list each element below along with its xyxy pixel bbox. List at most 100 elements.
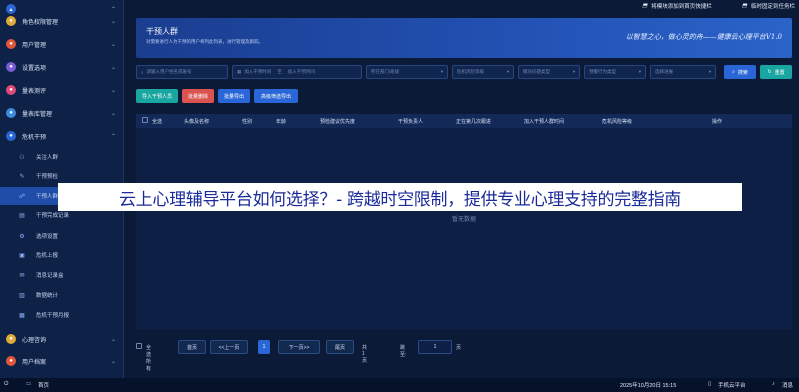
select-all-pages-checkbox[interactable] (136, 343, 142, 349)
add-shortcut-button[interactable]: ⬒ 将模块添加到首页快捷栏 (642, 0, 712, 12)
search-button[interactable]: ⌕ 搜索 (724, 65, 756, 79)
chevron-up-icon: ⌃ (110, 133, 116, 140)
chevron-down-icon: ⌄ (110, 336, 116, 343)
page-title: 干预人群 (146, 27, 178, 36)
sidebar-item-settings[interactable]: ● 设置选项 ⌄ (0, 58, 123, 76)
column-header: 加入干预人群时间 (524, 119, 565, 125)
last-page-button[interactable]: 尾页 (326, 340, 354, 354)
chevron-down-icon: ▾ (638, 69, 641, 74)
source-select[interactable]: 模块问题类型 ▾ (518, 65, 580, 79)
intervene-icon: ☍ (18, 193, 26, 200)
calendar-icon: ▦ (237, 69, 242, 74)
scale-icon: ● (6, 85, 16, 95)
sidebar-item-archive[interactable]: ● 用户档案 ⌄ (0, 352, 123, 370)
sidebar-item-library[interactable]: ● 量表库管理 ⌄ (0, 104, 123, 122)
monthly-icon: ▦ (19, 312, 25, 319)
sidebar-subitem-options[interactable]: ⚙ 选项设置 (0, 227, 123, 245)
column-header: 干预负责人 (398, 119, 424, 125)
chevron-down-icon: ▾ (440, 69, 443, 74)
check-icon: ✎ (19, 173, 25, 180)
sidebar-subitem-stats[interactable]: ▥ 数据统计 (0, 286, 123, 304)
power-icon[interactable]: ⏻ (4, 381, 8, 388)
sidebar-item-label: 设置选项 (22, 65, 47, 72)
chevron-down-icon: ⌄ (110, 87, 116, 94)
empty-state: 暂无数据 (451, 217, 476, 223)
banner-slogan: 以智慧之心，做心灵的舟——健康云心理平台V1.0 (625, 33, 782, 41)
import-button[interactable]: 导入干预人员 (136, 89, 178, 103)
risk-select[interactable]: 危机风险等级 ▾ (452, 65, 514, 79)
crisis-icon: ● (6, 131, 16, 141)
batch-export-button[interactable]: 批量导出 (218, 89, 250, 103)
pin-taskbar-button[interactable]: ⬒ 临时固定到任务栏 (742, 0, 795, 12)
select-all-label: 全选所有 (146, 345, 152, 372)
total-pages: 共1页 (362, 345, 368, 364)
date-range-picker[interactable]: ▦ 加入干预时间 至 加入干预时间 (232, 65, 362, 79)
chevron-down-icon: ⌄ (110, 64, 116, 71)
column-header: 预检建议优先度 (320, 119, 356, 125)
column-header: 头像及名称 (184, 119, 210, 125)
report-icon: ▣ (19, 252, 25, 259)
current-page-button[interactable]: 1 (258, 340, 270, 354)
taskbar-home[interactable]: 首页 (38, 381, 49, 389)
data-table: 全选 头像及名称 性别 年龄 预检建议优先度 干预负责人 正在第几次跟进 加入干… (136, 114, 792, 329)
sidebar-subitem-monthly[interactable]: ▦ 危机干预月报 (0, 306, 123, 324)
next-page-button[interactable]: 下一页>> (278, 340, 320, 354)
sidebar-item-consult[interactable]: ● 心理咨询 ⌄ (0, 330, 123, 348)
first-page-button[interactable]: 首页 (178, 340, 206, 354)
advanced-export-button[interactable]: 高级筛选导出 (254, 89, 298, 103)
reset-button[interactable]: ↻ 重置 (760, 65, 792, 79)
dept-select[interactable]: 所在部门/班级 ▾ (366, 65, 448, 79)
sidebar-item-users[interactable]: ● 用户管理 ⌄ (0, 35, 123, 53)
chevron-down-icon: ▾ (506, 69, 509, 74)
page-description: 对需要进行人为干预的用户将列此列表，进行管理及跟踪。 (146, 39, 263, 44)
chevron-down-icon: ⌄ (110, 18, 116, 25)
people-icon: ⚇ (19, 154, 25, 161)
taskbar-datetime: 2025年10月20日 15:15 (620, 383, 677, 389)
page-unit: 页 (456, 345, 462, 351)
chevron-down-icon: ▾ (708, 69, 711, 74)
taskbar-messages[interactable]: 消息 (782, 381, 793, 389)
archive-icon: ● (6, 356, 16, 366)
column-header: 操作 (712, 119, 723, 125)
sidebar-item-label: 用户档案 (22, 359, 47, 366)
taskbar-mobile[interactable]: 手机云平台 (718, 381, 746, 389)
chevron-down-icon: ▾ (572, 69, 575, 74)
sidebar-item-crisis[interactable]: ● 危机干预 ⌃ (0, 127, 123, 145)
column-header: 全选 (152, 119, 163, 125)
search-icon: ⌕ (141, 69, 144, 75)
column-header: 危机风险等级 (602, 119, 633, 125)
sort-select[interactable]: 选择进展 ▾ (650, 65, 716, 79)
jump-label: 跳至: (400, 345, 407, 358)
sidebar-item-label: 心理咨询 (22, 337, 47, 344)
top-buttons: ⬒ 将模块添加到首页快捷栏 ⬒ 临时固定到任务栏 (642, 0, 799, 12)
batch-delete-button[interactable]: 批量删除 (182, 89, 214, 103)
stats-icon: ▥ (19, 292, 25, 299)
column-header: 正在第几次跟进 (456, 119, 492, 125)
sidebar-item-label: 量表测评 (22, 88, 47, 95)
sidebar-subitem-attention[interactable]: ⚇ 关注人群 (0, 148, 123, 166)
user-icon: ● (6, 39, 16, 49)
page-banner: 干预人群 对需要进行人为干预的用户将列此列表，进行管理及跟踪。 以智慧之心，做心… (136, 18, 792, 58)
sidebar-item-roles[interactable]: ● 角色权限管理 ⌄ (0, 12, 123, 30)
sidebar-item-label: 角色权限管理 (22, 19, 59, 26)
select-all-checkbox[interactable] (142, 117, 148, 123)
sidebar-subitem-report[interactable]: ▣ 危机上报 (0, 246, 123, 264)
settings-icon: ● (6, 62, 16, 72)
sidebar-subitem-messages[interactable]: ✉ 消息记录盒 (0, 266, 123, 284)
search-input[interactable]: ⌕ 请输入用户姓名或账号 (136, 65, 228, 79)
sidebar-item-scale[interactable]: ● 量表测评 ⌄ (0, 81, 123, 99)
consult-icon: ● (6, 334, 16, 344)
sidebar-item-label: 量表库管理 (22, 111, 53, 118)
role-icon: ● (6, 16, 16, 26)
column-header: 年龄 (276, 119, 287, 125)
sidebar-item-label: 危机干预 (22, 134, 47, 141)
search-icon: ⌕ (732, 69, 735, 75)
prev-page-button[interactable]: <<上一页 (210, 340, 248, 354)
jump-input[interactable]: 1 (418, 340, 452, 354)
record-icon: ▤ (19, 212, 25, 219)
status-select[interactable]: 预警行为类型 ▾ (584, 65, 646, 79)
filter-bar: ⌕ 请输入用户姓名或账号 ▦ 加入干预时间 至 加入干预时间 所在部门/班级 ▾ … (136, 65, 792, 79)
overlay-headline: 云上心理辅导平台如何选择？- 跨越时空限制，提供专业心理支持的完整指南 (58, 183, 742, 211)
refresh-icon: ↻ (767, 69, 772, 75)
monitor-icon: ▭ (26, 381, 32, 387)
